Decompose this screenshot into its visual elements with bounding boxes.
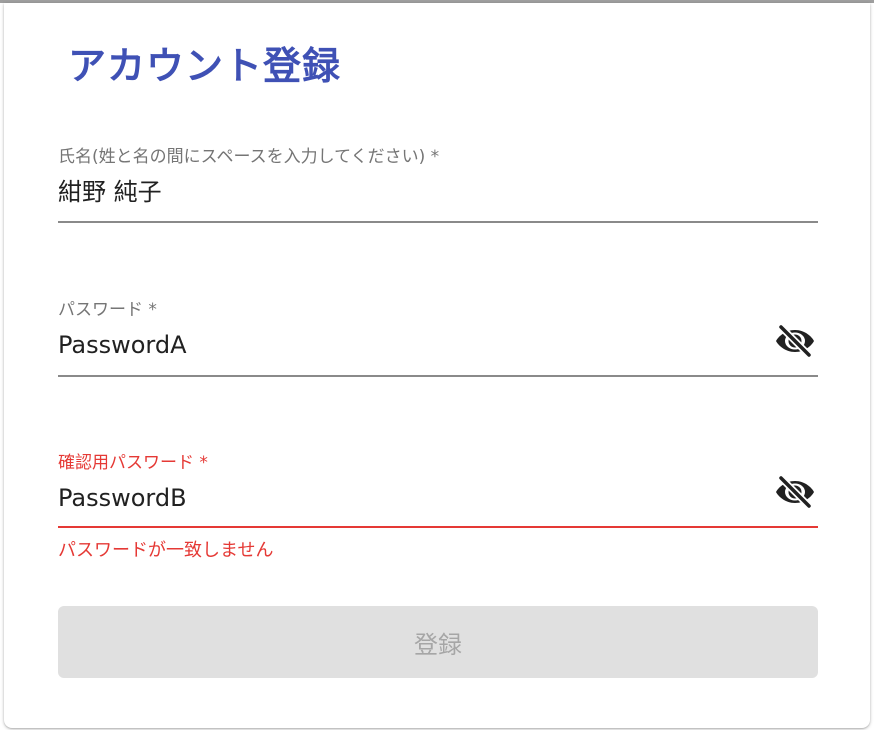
name-field-underline <box>58 221 818 223</box>
confirm-password-visibility-toggle[interactable] <box>774 472 816 512</box>
password-input[interactable]: PasswordA <box>58 329 187 361</box>
name-field-label: 氏名(姓と名の間にスペースを入力してください) * <box>58 147 440 167</box>
confirm-password-input[interactable]: PasswordB <box>58 482 187 514</box>
name-field[interactable]: 氏名(姓と名の間にスペースを入力してください) * 紺野 純子 <box>58 146 818 226</box>
password-field[interactable]: パスワード * PasswordA <box>58 299 818 379</box>
confirm-password-field-underline <box>58 526 818 528</box>
password-visibility-toggle[interactable] <box>774 321 816 361</box>
password-field-underline <box>58 375 818 377</box>
confirm-password-error-message: パスワードが一致しません <box>58 540 274 561</box>
confirm-password-field[interactable]: 確認用パスワード * PasswordB パスワードが一致しません <box>58 452 818 567</box>
page-title: アカウント登録 <box>68 44 342 88</box>
register-button[interactable]: 登録 <box>58 606 818 678</box>
password-field-label: パスワード * <box>58 300 157 320</box>
name-input[interactable]: 紺野 純子 <box>58 176 162 208</box>
eye-off-icon <box>776 476 814 508</box>
eye-off-icon <box>776 325 814 357</box>
confirm-password-field-label: 確認用パスワード * <box>58 453 208 473</box>
